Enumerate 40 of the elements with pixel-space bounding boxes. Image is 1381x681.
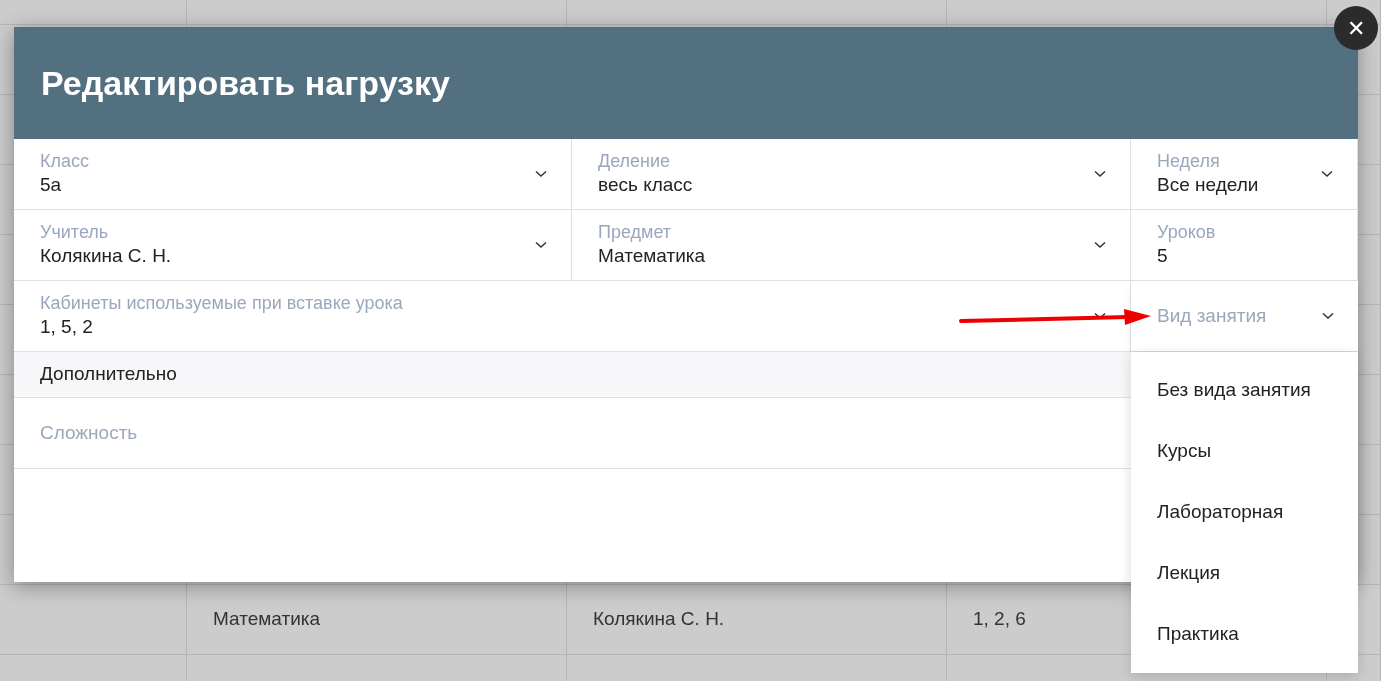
menu-item[interactable]: Лекция: [1131, 543, 1358, 604]
chevron-down-icon: [535, 170, 547, 178]
field-label: Предмет: [598, 221, 673, 243]
field-label: Учитель: [40, 221, 110, 243]
field-value: Все недели: [1157, 173, 1259, 197]
chevron-down-icon: [535, 241, 547, 249]
select-field[interactable]: Кабинеты используемые при вставке урока 1, 5, 2: [14, 281, 1130, 351]
select-field[interactable]: Неделя Все недели: [1131, 139, 1357, 209]
chevron-down-icon: [1094, 170, 1106, 178]
field-value: 5а: [40, 173, 63, 197]
select-field[interactable]: Класс 5а: [14, 139, 571, 209]
table-cell-text: 1, 2, 6: [973, 607, 1026, 632]
field-value: 1, 5, 2: [40, 315, 94, 339]
field-label: Кабинеты используемые при вставке урока: [40, 292, 403, 314]
section-heading: Дополнительно: [40, 362, 177, 387]
select-field[interactable]: Предмет Математика: [572, 210, 1130, 280]
field-value: Математика: [598, 244, 706, 268]
table-cell-text: Колякина С. Н.: [593, 607, 725, 632]
field-label: Деление: [598, 150, 672, 172]
field-value: весь класс: [598, 173, 693, 197]
field-label: Вид занятия: [1157, 305, 1267, 327]
input-field[interactable]: Уроков 5: [1131, 210, 1357, 280]
chevron-down-icon: [1322, 312, 1334, 320]
menu-item[interactable]: Практика: [1131, 604, 1358, 665]
menu-item[interactable]: Курсы: [1131, 421, 1358, 482]
field-label: Класс: [40, 150, 89, 172]
field-value: Колякина С. Н.: [40, 244, 172, 268]
field-label: Неделя: [1157, 150, 1221, 172]
chevron-down-icon: [1094, 241, 1106, 249]
select-field[interactable]: Учитель Колякина С. Н.: [14, 210, 571, 280]
select-field[interactable]: Деление весь класс: [572, 139, 1130, 209]
field-label: Уроков: [1157, 221, 1216, 243]
dialog-title: Редактировать нагрузку: [41, 62, 450, 104]
field-value: 5: [1157, 244, 1169, 268]
menu-item[interactable]: Лабораторная: [1131, 482, 1358, 543]
menu-item[interactable]: Без вида занятия: [1131, 360, 1358, 421]
close-button[interactable]: ✕: [1334, 6, 1378, 50]
chevron-down-icon: [1321, 170, 1333, 178]
table-cell-text: Математика: [213, 607, 321, 632]
field-label: Сложность: [40, 420, 138, 445]
